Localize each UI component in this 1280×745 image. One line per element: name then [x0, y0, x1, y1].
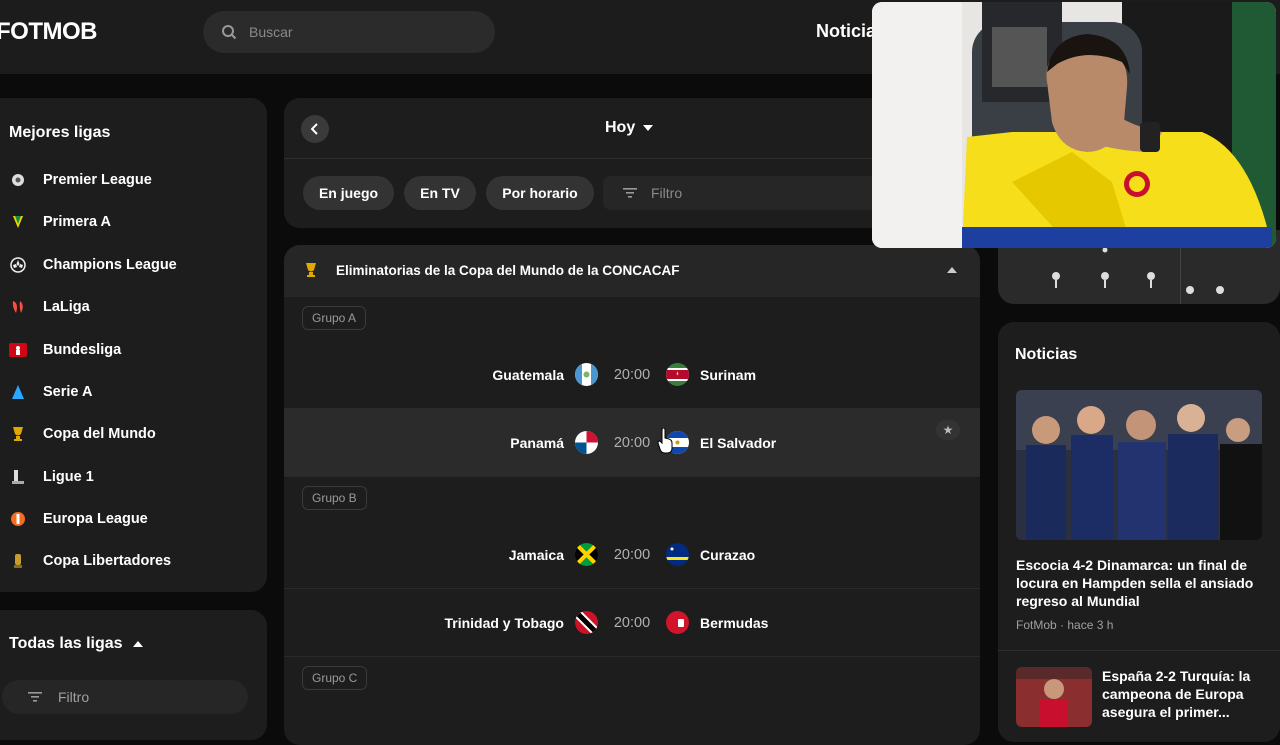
caret-down-icon [643, 125, 654, 131]
sidebar-item-label: Primera A [43, 214, 111, 230]
chevron-left-icon [311, 123, 318, 135]
favorite-star-button[interactable]: ★ [936, 420, 960, 440]
all-leagues-toggle[interactable]: Todas las ligas [9, 635, 143, 653]
news-title: Noticias [1015, 346, 1078, 363]
curazao-flag-icon [666, 543, 689, 566]
trinidad-tobago-flag-icon [575, 611, 598, 634]
all-leagues-panel [0, 610, 267, 740]
sidebar-item-label: Premier League [43, 172, 152, 188]
sidebar-item-label: Europa League [43, 511, 148, 527]
panama-flag-icon [575, 431, 598, 454]
news-headline[interactable]: España 2-2 Turquía: la campeona de Europ… [1102, 667, 1262, 721]
home-team: Jamaica [508, 546, 564, 563]
search-icon [222, 25, 237, 40]
row-divider [284, 656, 980, 657]
away-team: Curazao [700, 546, 756, 563]
search-box[interactable] [203, 11, 495, 53]
filter-icon [623, 188, 637, 198]
premier-league-icon [9, 171, 27, 189]
group-a-tag: Grupo A [302, 306, 367, 330]
serie-a-icon [9, 383, 27, 401]
league-filter-placeholder: Filtro [58, 689, 90, 705]
sidebar-item-label: LaLiga [43, 299, 90, 315]
competition-card: Eliminatorias de la Copa del Mundo de la… [284, 245, 980, 745]
chip-en-juego[interactable]: En juego [303, 176, 394, 210]
home-team: Panamá [510, 434, 564, 451]
match-row[interactable]: Jamaica 20:00 Curazao [284, 521, 980, 588]
filter-icon [28, 692, 42, 702]
kickoff-time: 20:00 [613, 546, 651, 563]
match-filter-input[interactable]: Filtro [603, 176, 903, 210]
webcam-overlay [872, 2, 1276, 248]
bermudas-flag-icon [666, 611, 689, 634]
previous-day-button[interactable] [301, 115, 329, 143]
date-label: Hoy [605, 119, 636, 136]
match-filter-placeholder: Filtro [651, 185, 683, 201]
sidebar-item-label: Copa del Mundo [43, 426, 156, 442]
collapse-caret-icon[interactable] [947, 267, 957, 273]
chip-por-horario[interactable]: Por horario [486, 176, 594, 210]
home-team: Guatemala [492, 366, 564, 383]
mouse-cursor-icon [657, 428, 673, 454]
bundesliga-icon [9, 341, 27, 359]
group-c-tag: Grupo C [302, 666, 368, 690]
top-leagues-title: Mejores ligas [9, 124, 111, 141]
star-icon: ★ [942, 423, 954, 437]
libertadores-icon [9, 552, 27, 570]
europa-league-icon [9, 510, 27, 528]
news-image[interactable] [1016, 390, 1262, 540]
news-divider [998, 650, 1280, 651]
ligue-1-icon [9, 468, 27, 486]
world-cup-trophy-icon [9, 425, 27, 443]
search-input[interactable] [249, 24, 469, 40]
fotmob-logo[interactable]: FOTMOB [0, 18, 97, 46]
group-b-tag: Grupo B [302, 486, 367, 510]
match-row[interactable]: Guatemala 20:00 Surinam [284, 341, 980, 408]
kickoff-time: 20:00 [613, 366, 651, 383]
news-meta: FotMob · hace 3 h [1016, 618, 1114, 632]
sidebar-item-label: Copa Libertadores [43, 553, 172, 569]
away-team: Surinam [700, 366, 757, 383]
league-filter-input[interactable]: Filtro [2, 680, 248, 714]
surinam-flag-icon [666, 363, 689, 386]
match-row[interactable]: Trinidad y Tobago 20:00 Bermudas [284, 589, 980, 656]
guatemala-flag-icon [575, 363, 598, 386]
sidebar-item-label: Champions League [43, 257, 177, 273]
news-thumbnail[interactable] [1016, 667, 1092, 727]
kickoff-time: 20:00 [613, 434, 651, 451]
trophy-icon [306, 263, 316, 277]
away-team: El Salvador [700, 434, 777, 451]
sidebar-item-label: Serie A [43, 384, 93, 400]
sidebar-item-label: Bundesliga [43, 342, 122, 358]
competition-header[interactable]: Eliminatorias de la Copa del Mundo de la… [284, 245, 980, 297]
kickoff-time: 20:00 [613, 614, 651, 631]
date-selector[interactable]: Hoy [605, 119, 654, 137]
row-divider [284, 476, 980, 477]
match-row[interactable]: Panamá 20:00 El Salvador [284, 409, 980, 476]
chip-en-tv[interactable]: En TV [404, 176, 476, 210]
caret-up-icon [132, 641, 143, 647]
jamaica-flag-icon [575, 543, 598, 566]
home-team: Trinidad y Tobago [444, 614, 564, 631]
champions-league-icon [9, 256, 27, 274]
all-leagues-title: Todas las ligas [9, 635, 123, 652]
sidebar-item-label: Ligue 1 [43, 469, 94, 485]
competition-title: Eliminatorias de la Copa del Mundo de la… [336, 263, 680, 278]
news-headline[interactable]: Escocia 4-2 Dinamarca: un final de locur… [1016, 556, 1262, 610]
primera-a-icon [9, 213, 27, 231]
away-team: Bermudas [700, 614, 769, 631]
laliga-icon [9, 298, 27, 316]
